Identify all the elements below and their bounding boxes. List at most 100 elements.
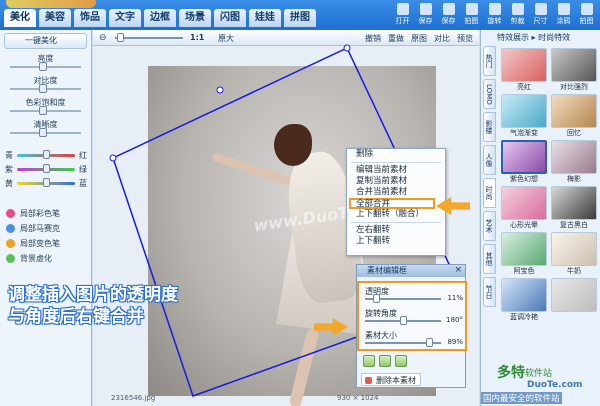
- dialog-slider-value: 180°: [446, 316, 463, 324]
- context-menu-item-2[interactable]: 编辑当前素材: [347, 165, 445, 176]
- effects-vtab-7[interactable]: 其他: [483, 244, 496, 274]
- context-menu-item-3[interactable]: 复制当前素材: [347, 176, 445, 187]
- toolbar-button-1[interactable]: 打开: [393, 2, 412, 28]
- site-sub: 软件站: [525, 369, 553, 379]
- adjust-slider-4: 清晰度: [4, 118, 87, 140]
- effect-thumb-11[interactable]: 蓝调冷艳: [501, 278, 547, 322]
- effect-thumb-4[interactable]: 回忆: [551, 94, 597, 138]
- dialog-slider-value: 11%: [447, 294, 463, 302]
- effect-preview: [551, 186, 597, 220]
- effect-preview: [551, 140, 597, 174]
- layer-down-button[interactable]: [379, 355, 391, 367]
- effects-vtab-6[interactable]: 艺术: [483, 211, 496, 241]
- tab-5[interactable]: 边框: [144, 9, 176, 27]
- effect-caption: 紫色幻想: [510, 175, 538, 183]
- corner-handle[interactable]: [343, 44, 351, 52]
- tab-3[interactable]: 饰品: [74, 9, 106, 27]
- toolbar-button-3[interactable]: 保存: [439, 2, 458, 28]
- color-knob[interactable]: [43, 178, 50, 187]
- toolbar-icon: [580, 3, 593, 15]
- slider-knob[interactable]: [39, 106, 47, 115]
- effects-vtab-5[interactable]: 时尚: [483, 178, 496, 208]
- tab-9[interactable]: 拼图: [284, 9, 316, 27]
- rotate-handle[interactable]: [216, 86, 224, 94]
- slider-knob[interactable]: [39, 128, 47, 137]
- tab-2[interactable]: 美容: [39, 9, 71, 27]
- one-click-beautify-button[interactable]: 一键美化: [4, 33, 87, 49]
- effect-caption: 牛奶: [567, 267, 581, 275]
- close-icon[interactable]: ×: [454, 265, 462, 275]
- effect-preview: [551, 48, 597, 82]
- app-window: 美化 美容 饰品 文字 边框 场景 闪图 娃娃 拼图 打开 保存 保存 拍图 旋转 剪裁 尺寸 涂鸦 拍图 一键…: [0, 0, 600, 406]
- toolbar-label: 剪裁: [510, 17, 525, 25]
- effect-thumb-10[interactable]: 牛奶: [551, 232, 597, 276]
- toolbar-button-9[interactable]: 拍图: [577, 2, 596, 28]
- effect-thumb-6[interactable]: 梅影: [551, 140, 597, 184]
- effect-caption: 回忆: [567, 129, 581, 137]
- tool-icon: [6, 239, 15, 248]
- effects-vtab-3[interactable]: 影楼: [483, 112, 496, 142]
- context-menu-item-8[interactable]: 上下翻转: [347, 236, 445, 247]
- effects-vtab-8[interactable]: 节日: [483, 277, 496, 307]
- delete-material-button[interactable]: 删除本素材: [361, 373, 421, 386]
- tab-8[interactable]: 娃娃: [249, 9, 281, 27]
- context-menu-item-4[interactable]: 合并当前素材: [347, 187, 445, 198]
- slider-knob[interactable]: [39, 62, 47, 71]
- tab-4[interactable]: 文字: [109, 9, 141, 27]
- effects-vtab-1[interactable]: 热门: [483, 46, 496, 76]
- effects-vtab-2[interactable]: LOMO: [483, 79, 496, 109]
- dialog-slider-knob[interactable]: [399, 316, 407, 325]
- context-menu-item-7[interactable]: 左右翻转: [347, 225, 445, 236]
- color-knob[interactable]: [43, 164, 50, 173]
- toolbar-button-4[interactable]: 拍图: [462, 2, 481, 28]
- tab-7[interactable]: 闪图: [214, 9, 246, 27]
- tool-item-4[interactable]: 背景虚化: [6, 251, 60, 266]
- effect-thumb-5[interactable]: 紫色幻想: [501, 140, 547, 184]
- tool-item-3[interactable]: 局部变色笔: [6, 236, 60, 251]
- dialog-slider-knob[interactable]: [426, 338, 434, 347]
- tool-icon: [6, 209, 15, 218]
- effect-thumb-3[interactable]: 气泡渐变: [501, 94, 547, 138]
- tool-item-2[interactable]: 局部马赛克: [6, 221, 60, 236]
- color-label-right: 绿: [79, 165, 87, 174]
- effect-thumb-8[interactable]: 复古黑白: [551, 186, 597, 230]
- copy-material-button[interactable]: [395, 355, 407, 367]
- menu-separator: [351, 222, 441, 223]
- dialog-slider-knob[interactable]: [372, 294, 380, 303]
- tab-1[interactable]: 美化: [4, 9, 36, 27]
- context-menu-item-1[interactable]: 删除: [347, 149, 445, 160]
- top-tab-bar: 美化 美容 饰品 文字 边框 场景 闪图 娃娃 拼图 打开 保存 保存 拍图 旋转 剪裁 尺寸 涂鸦 拍图: [0, 0, 600, 30]
- toolbar-button-8[interactable]: 涂鸦: [554, 2, 573, 28]
- dialog-title[interactable]: 素材编辑框: [357, 265, 465, 277]
- toolbar-button-7[interactable]: 尺寸: [531, 2, 550, 28]
- toolbar-button-2[interactable]: 保存: [416, 2, 435, 28]
- color-label-right: 蓝: [79, 179, 87, 188]
- toolbar-button-5[interactable]: 旋转: [485, 2, 504, 28]
- effect-thumb-9[interactable]: 阿宝色: [501, 232, 547, 276]
- effect-caption: 亮红: [517, 83, 531, 91]
- tool-label: 局部马赛克: [20, 224, 60, 233]
- toolbar-icon: [557, 3, 570, 15]
- context-menu-item-5[interactable]: 全部合并: [349, 198, 435, 209]
- slider-knob[interactable]: [39, 84, 47, 93]
- toolbar-button-6[interactable]: 剪裁: [508, 2, 527, 28]
- color-knob[interactable]: [43, 150, 50, 159]
- effect-thumb-7[interactable]: 心形光晕: [501, 186, 547, 230]
- effect-thumb-1[interactable]: 亮红: [501, 48, 547, 92]
- corner-handle[interactable]: [109, 154, 117, 162]
- dialog-slider-3: 素材大小 89%: [365, 329, 463, 349]
- effect-thumb-2[interactable]: 对比强烈: [551, 48, 597, 92]
- context-menu-item-6[interactable]: 上下翻转（融合）: [347, 209, 445, 220]
- left-adjust-panel: 一键美化 亮度 对比度 色彩饱和度 清晰度 青红紫绿黄蓝 局部彩色笔 局部马赛克 局部变色…: [0, 30, 92, 406]
- tab-6[interactable]: 场景: [179, 9, 211, 27]
- toolbar-label: 尺寸: [533, 17, 548, 25]
- dialog-slider-label: 素材大小: [365, 331, 397, 340]
- layer-up-button[interactable]: [363, 355, 375, 367]
- effect-thumb-12[interactable]: [551, 278, 597, 322]
- effects-vtab-4[interactable]: 人像: [483, 145, 496, 175]
- effect-caption: 对比强烈: [560, 83, 588, 91]
- tool-item-1[interactable]: 局部彩色笔: [6, 206, 60, 221]
- tool-icon: [6, 224, 15, 233]
- toolbar-label: 旋转: [487, 17, 502, 25]
- toolbar-label: 保存: [418, 17, 433, 25]
